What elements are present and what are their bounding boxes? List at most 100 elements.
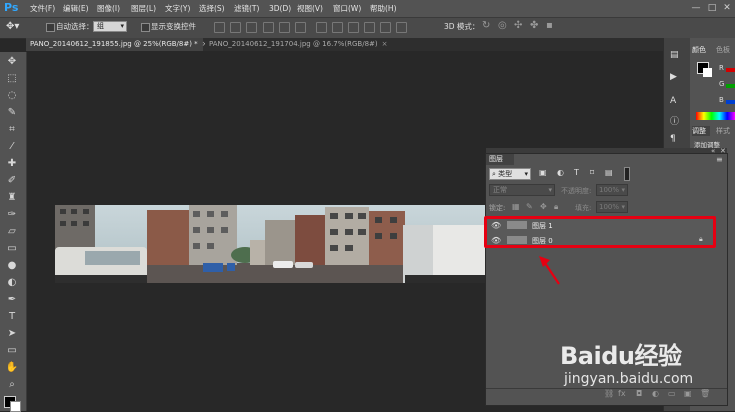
menu-view[interactable]: 视图(V): [297, 3, 323, 14]
type-tool-icon[interactable]: T: [5, 310, 19, 324]
crop-tool-icon[interactable]: ⌗: [5, 123, 19, 137]
3d-slide-icon[interactable]: ✤: [530, 20, 538, 32]
panel-collapse-icon[interactable]: «: [711, 147, 715, 155]
filter-adjustment-icon[interactable]: ◐: [557, 168, 564, 177]
menu-edit[interactable]: 编辑(E): [63, 3, 89, 14]
tab-swatches[interactable]: 色板: [716, 45, 730, 55]
tab-doc-191704[interactable]: PANO_20140612_191704.jpg @ 16.7%(RGB/8#)…: [205, 38, 388, 51]
3d-rotate-icon[interactable]: ↻: [482, 20, 490, 32]
color-spectrum[interactable]: [696, 112, 735, 120]
new-adjustment-icon[interactable]: ◐: [652, 389, 659, 398]
b-slider[interactable]: [726, 100, 735, 104]
menu-help[interactable]: 帮助(H): [370, 3, 397, 14]
distribute-vcenter-icon[interactable]: [332, 22, 343, 33]
move-tool-icon[interactable]: ✥▾: [6, 21, 19, 33]
panel-menu-icon[interactable]: ≡: [716, 155, 723, 164]
lasso-tool-icon[interactable]: ◌: [5, 89, 19, 103]
clone-stamp-tool-icon[interactable]: ♜: [5, 191, 19, 205]
actions-panel-icon[interactable]: ▶: [670, 72, 682, 84]
dodge-tool-icon[interactable]: ◐: [5, 276, 19, 290]
new-layer-icon[interactable]: ▣: [684, 389, 692, 398]
align-top-icon[interactable]: [214, 22, 225, 33]
align-hcenter-icon[interactable]: [279, 22, 290, 33]
auto-select-checkbox[interactable]: [46, 23, 55, 32]
distribute-left-icon[interactable]: [364, 22, 375, 33]
pen-tool-icon[interactable]: ✒: [5, 293, 19, 307]
lock-position-icon[interactable]: ✥: [540, 202, 547, 211]
history-brush-tool-icon[interactable]: ✑: [5, 208, 19, 222]
distribute-bottom-icon[interactable]: [348, 22, 359, 33]
filter-type-icon[interactable]: T: [574, 168, 579, 177]
history-panel-icon[interactable]: ▤: [670, 50, 682, 62]
filter-toggle[interactable]: [624, 167, 630, 181]
tab-close-icon[interactable]: ×: [382, 40, 388, 48]
background-color-swatch[interactable]: [10, 401, 21, 412]
blur-tool-icon[interactable]: ●: [5, 259, 19, 273]
filter-pixel-icon[interactable]: ▣: [539, 168, 547, 177]
eyedropper-tool-icon[interactable]: ⁄: [5, 140, 19, 154]
align-bottom-icon[interactable]: [246, 22, 257, 33]
align-vcenter-icon[interactable]: [230, 22, 241, 33]
link-layers-icon[interactable]: ⛓︎: [604, 389, 614, 398]
paragraph-panel-icon[interactable]: ¶: [670, 134, 682, 146]
move-tool-icon[interactable]: ✥: [5, 55, 19, 69]
quick-select-tool-icon[interactable]: ✎: [5, 106, 19, 120]
maximize-button[interactable]: □: [706, 2, 718, 14]
r-slider[interactable]: [726, 68, 735, 72]
show-transform-checkbox[interactable]: [141, 23, 150, 32]
filter-smart-icon[interactable]: ▤: [605, 168, 613, 177]
menu-filter[interactable]: 滤镜(T): [234, 3, 259, 14]
menu-layer[interactable]: 图层(L): [131, 3, 156, 14]
gradient-tool-icon[interactable]: ▭: [5, 242, 19, 256]
minimize-button[interactable]: —: [690, 2, 702, 14]
character-panel-icon[interactable]: A: [670, 96, 682, 108]
fill-field[interactable]: 100% ▾: [596, 201, 628, 213]
shape-tool-icon[interactable]: ▭: [5, 344, 19, 358]
menu-image[interactable]: 图像(I): [97, 3, 120, 14]
3d-roll-icon[interactable]: ◎: [498, 20, 507, 32]
align-left-icon[interactable]: [263, 22, 274, 33]
menu-3d[interactable]: 3D(D): [269, 3, 291, 14]
brush-tool-icon[interactable]: ✐: [5, 174, 19, 188]
tab-layers[interactable]: 图层: [486, 154, 514, 165]
filter-shape-icon[interactable]: ⌑: [590, 168, 594, 177]
tab-color[interactable]: 颜色: [692, 45, 706, 55]
marquee-tool-icon[interactable]: ⬚: [5, 72, 19, 86]
path-select-tool-icon[interactable]: ➤: [5, 327, 19, 341]
g-slider[interactable]: [726, 84, 735, 88]
panorama-image[interactable]: [55, 205, 485, 283]
layer-filter-dropdown[interactable]: ⌕ 类型 ▾: [489, 168, 531, 180]
info-panel-icon[interactable]: ⓘ: [670, 114, 682, 127]
close-button[interactable]: ✕: [721, 2, 733, 14]
lock-all-icon[interactable]: 🔒︎: [554, 202, 558, 212]
watermark-url: jingyan.baidu.com: [564, 371, 694, 387]
distribute-right-icon[interactable]: [396, 22, 407, 33]
distribute-top-icon[interactable]: [316, 22, 327, 33]
trash-icon[interactable]: 🗑︎: [700, 389, 710, 398]
panel-background-swatch[interactable]: [703, 68, 712, 77]
zoom-tool-icon[interactable]: ⌕: [5, 378, 19, 392]
opacity-field[interactable]: 100% ▾: [596, 184, 628, 196]
fx-icon[interactable]: fx: [618, 389, 626, 398]
menu-window[interactable]: 窗口(W): [333, 3, 361, 14]
tab-doc-191855[interactable]: PANO_20140612_191855.jpg @ 25%(RGB/8#) *…: [26, 38, 208, 51]
3d-drag-icon[interactable]: ✣: [514, 20, 522, 32]
align-right-icon[interactable]: [295, 22, 306, 33]
eraser-tool-icon[interactable]: ▱: [5, 225, 19, 239]
menu-type[interactable]: 文字(Y): [165, 3, 190, 14]
auto-select-dropdown[interactable]: 组 ▾: [93, 21, 127, 32]
lock-transparent-icon[interactable]: ▦: [512, 202, 520, 211]
new-group-icon[interactable]: ▭: [668, 389, 676, 398]
lock-pixels-icon[interactable]: ✎: [526, 202, 533, 211]
tab-styles[interactable]: 样式: [716, 126, 730, 136]
add-mask-icon[interactable]: ◘: [636, 389, 642, 398]
healing-brush-tool-icon[interactable]: ✚: [5, 157, 19, 171]
panel-close-icon[interactable]: ✕: [720, 147, 726, 155]
blend-mode-dropdown[interactable]: 正常 ▾: [489, 184, 555, 196]
menu-file[interactable]: 文件(F): [30, 3, 55, 14]
hand-tool-icon[interactable]: ✋: [5, 361, 19, 375]
distribute-hcenter-icon[interactable]: [380, 22, 391, 33]
3d-scale-icon[interactable]: ▪: [546, 20, 553, 32]
tab-adjustments[interactable]: 调整: [692, 126, 710, 136]
menu-select[interactable]: 选择(S): [199, 3, 225, 14]
